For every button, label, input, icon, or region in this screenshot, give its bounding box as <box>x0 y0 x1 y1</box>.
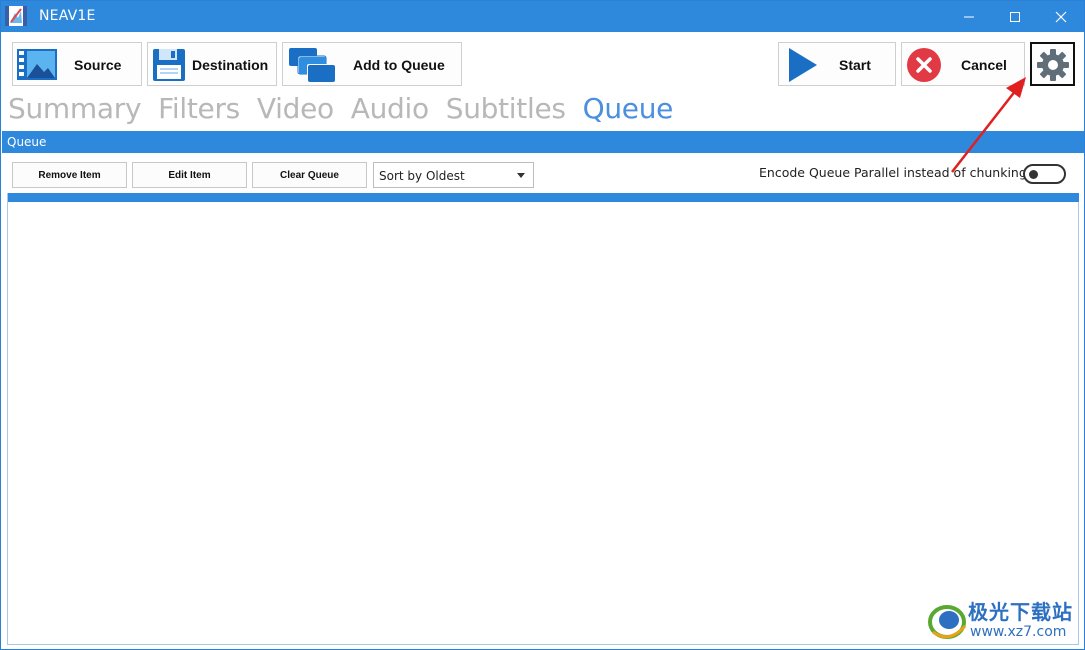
parallel-encode-label: Encode Queue Parallel instead of chunkin… <box>759 165 1032 180</box>
video-file-icon <box>17 49 57 80</box>
section-title: Queue <box>7 135 47 149</box>
play-icon <box>789 48 817 82</box>
gear-icon <box>1037 49 1069 81</box>
cancel-button[interactable]: Cancel <box>901 42 1025 86</box>
settings-button[interactable] <box>1030 42 1075 86</box>
app-logo-icon <box>5 6 27 26</box>
sort-selected-value: Sort by Oldest <box>379 169 465 183</box>
chevron-down-icon <box>517 173 525 178</box>
destination-button[interactable]: Destination <box>147 42 277 86</box>
clear-queue-button[interactable]: Clear Queue <box>252 162 367 188</box>
tab-subtitles[interactable]: Subtitles <box>446 92 566 125</box>
minimize-icon <box>964 16 974 17</box>
queue-list-header <box>8 193 1079 202</box>
tab-filters[interactable]: Filters <box>158 92 240 125</box>
parallel-encode-toggle[interactable] <box>1023 164 1066 184</box>
source-label: Source <box>74 57 122 73</box>
maximize-button[interactable] <box>992 1 1038 32</box>
sort-dropdown[interactable]: Sort by Oldest <box>373 162 534 188</box>
toggle-knob <box>1029 170 1038 179</box>
close-icon <box>1055 11 1067 22</box>
source-button[interactable]: Source <box>12 42 142 86</box>
app-window: NEAV1E Source Destination Add to Queue S… <box>0 0 1085 650</box>
queue-section-header: Queue <box>2 131 1084 153</box>
watermark-text: 极光下载站 <box>968 600 1073 624</box>
destination-label: Destination <box>192 57 269 73</box>
edit-item-button[interactable]: Edit Item <box>132 162 247 188</box>
remove-item-button[interactable]: Remove Item <box>12 162 127 188</box>
tab-summary[interactable]: Summary <box>8 92 142 125</box>
add-to-queue-button[interactable]: Add to Queue <box>282 42 462 86</box>
title-bar[interactable]: NEAV1E <box>1 1 1084 32</box>
stacked-windows-icon <box>289 48 335 82</box>
tab-queue[interactable]: Queue <box>583 92 674 125</box>
start-button[interactable]: Start <box>778 42 896 86</box>
queue-list[interactable] <box>7 193 1079 645</box>
tab-strip: Summary Filters Video Audio Subtitles Qu… <box>8 92 681 130</box>
start-label: Start <box>839 57 871 73</box>
minimize-button[interactable] <box>946 1 992 32</box>
window-title: NEAV1E <box>39 8 96 24</box>
tab-audio[interactable]: Audio <box>351 92 429 125</box>
save-disk-icon <box>153 49 185 81</box>
watermark-url: www.xz7.com <box>970 624 1067 640</box>
tab-video[interactable]: Video <box>257 92 334 125</box>
maximize-icon <box>1010 11 1020 22</box>
close-button[interactable] <box>1038 1 1084 32</box>
cancel-label: Cancel <box>961 57 1007 73</box>
add-to-queue-label: Add to Queue <box>353 57 445 73</box>
cancel-x-icon <box>907 48 941 82</box>
